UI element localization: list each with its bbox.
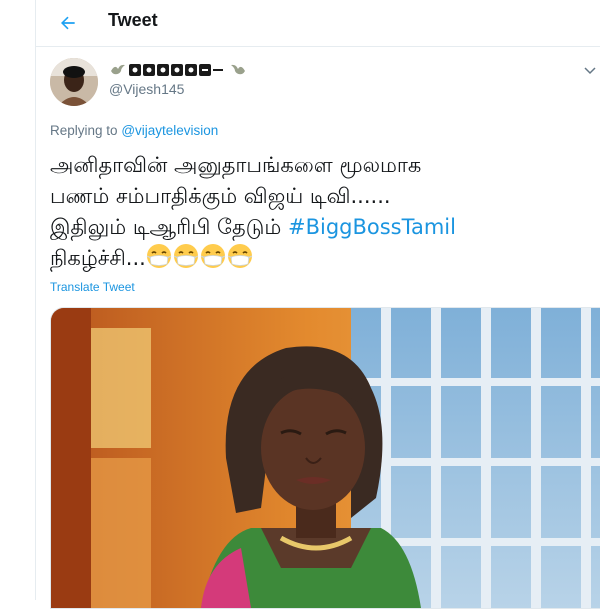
replying-to: Replying to @vijaytelevision: [50, 123, 218, 138]
user-handle[interactable]: @Vijesh145: [109, 81, 184, 97]
tweet-photo[interactable]: [50, 307, 600, 609]
tweet: @Vijesh145 Replying to @vijaytelevision …: [36, 47, 600, 609]
hashtag-link[interactable]: #BiggBossTamil: [288, 215, 456, 239]
tweet-photo-image: [51, 308, 600, 608]
dove-icon: [111, 64, 125, 75]
page-header: Tweet: [36, 0, 600, 47]
face-with-medical-mask-icon: [227, 244, 253, 268]
chevron-down-icon[interactable]: [582, 63, 598, 79]
face-with-medical-mask-icon: [173, 244, 199, 268]
display-name[interactable]: [109, 60, 247, 80]
dove-icon: [231, 64, 245, 75]
replying-to-link[interactable]: @vijaytelevision: [121, 123, 218, 138]
back-button[interactable]: [54, 9, 82, 37]
tweet-text: அனிதாவின் அனுதாபங்களை மூலமாக பணம் சம்பாத…: [50, 150, 590, 274]
tweet-text-line: அனிதாவின் அனுதாபங்களை மூலமாக: [50, 153, 422, 177]
arrow-left-icon: [61, 16, 75, 30]
face-with-medical-mask-icon: [146, 244, 172, 268]
tweet-text-line: இதிலும் டிஆரிபி தேடும் #BiggBossTamil: [50, 212, 590, 243]
tweet-text-line: நிகழ்ச்சி...: [50, 243, 590, 274]
avatar[interactable]: [50, 58, 98, 106]
tweet-text-segment: நிகழ்ச்சி...: [50, 246, 146, 270]
blocked-letters: [129, 64, 223, 76]
emoji-row: [146, 244, 254, 270]
avatar-image: [50, 58, 98, 106]
page-title: Tweet: [108, 10, 158, 30]
replying-prefix: Replying to: [50, 123, 118, 138]
tweet-text-line: பணம் சம்பாதிக்கும் விஜய் டிவி......: [50, 184, 391, 208]
tweet-text-segment: இதிலும் டிஆரிபி தேடும்: [50, 215, 282, 239]
face-with-medical-mask-icon: [200, 244, 226, 268]
left-gutter: [0, 0, 35, 600]
translate-tweet-link[interactable]: Translate Tweet: [50, 280, 135, 294]
